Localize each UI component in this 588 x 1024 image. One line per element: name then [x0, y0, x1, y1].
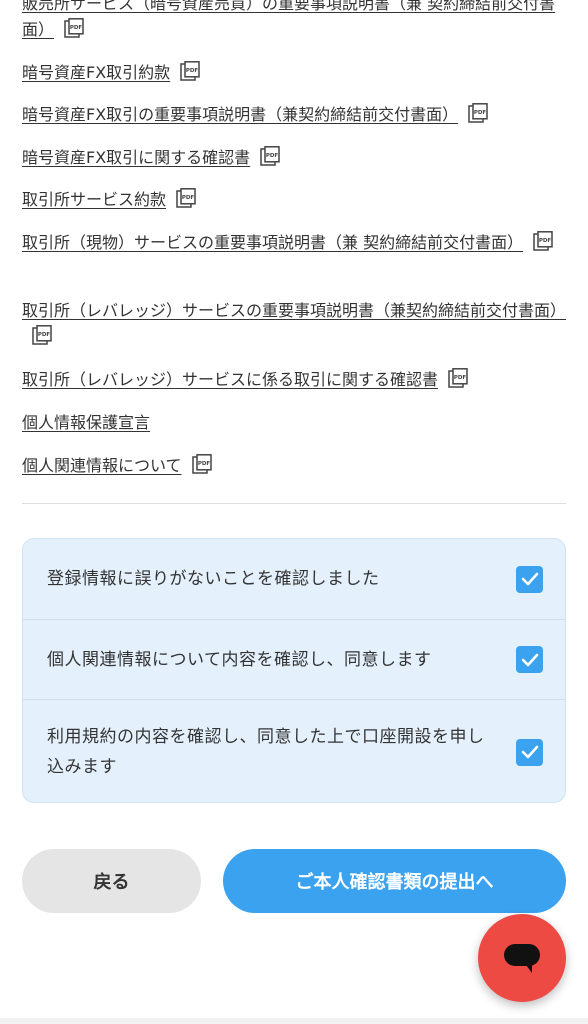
pdf-icon: PDF	[448, 368, 468, 388]
doc-link-label: 取引所（レバレッジ）サービスに係る取引に関する確認書	[22, 370, 439, 389]
confirm-label: 利用規約の内容を確認し、同意した上で口座開設を申し込みます	[47, 727, 485, 777]
doc-link-label: 取引所（現物）サービスの重要事項説明書（兼 契約締結前交付書面）	[22, 233, 524, 252]
pdf-icon-text: PDF	[70, 25, 83, 31]
pdf-icon: PDF	[176, 188, 196, 208]
section-divider	[22, 503, 566, 504]
pdf-icon-text: PDF	[182, 195, 195, 201]
checkmark-icon	[521, 745, 538, 759]
doc-link-label: 取引所サービス約款	[22, 190, 167, 209]
pdf-icon-text: PDF	[539, 238, 552, 244]
submit-id-documents-button[interactable]: ご本人確認書類の提出へ	[223, 849, 566, 913]
back-button[interactable]: 戻る	[22, 849, 201, 913]
doc-link-label: 暗号資産FX取引の重要事項説明書（兼契約締結前交付書面）	[22, 105, 459, 124]
chat-bubble-icon	[504, 944, 540, 973]
pdf-icon: PDF	[191, 454, 212, 474]
confirmation-panel: 登録情報に誤りがないことを確認しました 個人関連情報について内容を確認し、同意し…	[22, 538, 566, 803]
confirm-label: 個人関連情報について内容を確認し、同意します	[47, 649, 432, 670]
pdf-icon-text: PDF	[454, 375, 467, 381]
confirm-checkbox[interactable]	[516, 565, 543, 593]
checkmark-icon	[521, 572, 538, 586]
confirm-row-related-info[interactable]: 個人関連情報について内容を確認し、同意します	[23, 619, 565, 699]
checkmark-icon	[521, 653, 538, 666]
doc-link-label: 暗号資産FX取引に関する確認書	[22, 148, 251, 167]
pdf-icon-text: PDF	[266, 153, 279, 159]
confirm-row-registration[interactable]: 登録情報に誤りがないことを確認しました	[23, 539, 565, 619]
pdf-icon-text: PDF	[186, 68, 199, 74]
pdf-icon: PDF	[260, 146, 280, 166]
doc-link-exchange-sales[interactable]: 販売所サービス（暗号資産売買）の重要事項説明書（兼 契約締結前交付書面） PDF	[22, 0, 562, 43]
doc-link-related-info[interactable]: 個人関連情報について PDF	[22, 453, 562, 479]
confirm-checkbox[interactable]	[516, 738, 543, 766]
doc-link-exchange-spot-important[interactable]: 取引所（現物）サービスの重要事項説明書（兼 契約締結前交付書面） PDF	[22, 230, 562, 256]
bottom-edge	[0, 1018, 588, 1024]
doc-link-privacy-policy[interactable]: 個人情報保護宣言	[22, 410, 562, 436]
pdf-icon-text: PDF	[197, 461, 210, 467]
pdf-icon: PDF	[64, 18, 84, 38]
confirm-row-terms[interactable]: 利用規約の内容を確認し、同意した上で口座開設を申し込みます	[23, 699, 565, 802]
doc-link-label: 個人情報保護宣言	[22, 413, 151, 432]
pdf-icon: PDF	[32, 325, 52, 345]
doc-link-fx-terms[interactable]: 暗号資産FX取引約款 PDF	[22, 60, 562, 86]
doc-link-exchange-leverage-important[interactable]: 取引所（レバレッジ）サービスの重要事項説明書（兼契約締結前交付書面） PDF	[22, 298, 566, 350]
pdf-icon: PDF	[180, 61, 200, 81]
pdf-icon-text: PDF	[38, 332, 51, 338]
doc-link-label: 個人関連情報について	[22, 456, 182, 475]
doc-link-fx-confirmation[interactable]: 暗号資産FX取引に関する確認書 PDF	[22, 145, 562, 171]
chat-button[interactable]	[478, 914, 566, 1002]
doc-link-exchange-terms[interactable]: 取引所サービス約款 PDF	[22, 187, 562, 213]
pdf-icon: PDF	[468, 103, 488, 123]
doc-link-label: 取引所（レバレッジ）サービスの重要事項説明書（兼契約締結前交付書面）	[22, 301, 567, 320]
doc-link-label: 暗号資産FX取引約款	[22, 63, 171, 82]
confirm-label: 登録情報に誤りがないことを確認しました	[47, 569, 380, 589]
confirm-checkbox[interactable]	[516, 646, 543, 673]
pdf-icon: PDF	[533, 231, 553, 251]
doc-link-label: 販売所サービス（暗号資産売買）の重要事項説明書（兼 契約締結前交付書面）	[22, 0, 556, 39]
pdf-icon-text: PDF	[474, 110, 487, 116]
doc-link-exchange-leverage-confirmation[interactable]: 取引所（レバレッジ）サービスに係る取引に関する確認書 PDF	[22, 367, 562, 393]
doc-link-fx-important[interactable]: 暗号資産FX取引の重要事項説明書（兼契約締結前交付書面） PDF	[22, 102, 562, 128]
